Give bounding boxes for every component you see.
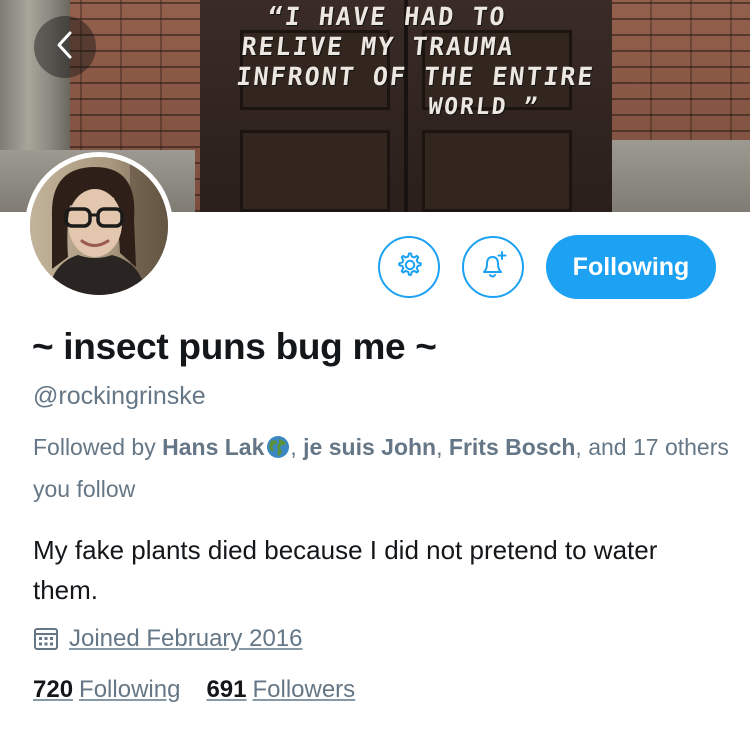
graffiti-line: INFRONT OF THE ENTIRE — [234, 62, 597, 91]
followed-by-prefix: Followed by — [33, 434, 163, 460]
followers-count-link[interactable]: 691 Followers — [206, 676, 355, 704]
follower-name-link[interactable]: Frits Bosch — [449, 434, 576, 460]
settings-button[interactable] — [378, 236, 440, 298]
notifications-button[interactable] — [462, 236, 524, 298]
door-panel — [240, 130, 390, 212]
graffiti-line: “I HAVE HAD TO — [266, 2, 509, 31]
followed-by-separator: , — [436, 434, 449, 460]
followed-by-line[interactable]: Followed by Hans Lak, je suis John, Frit… — [33, 428, 733, 508]
door-panel — [422, 130, 572, 212]
profile-bio: My fake plants died because I did not pr… — [33, 535, 658, 605]
profile-avatar[interactable] — [25, 152, 173, 300]
follower-name-link[interactable]: Hans Lak — [162, 434, 264, 460]
followers-count: 691 — [206, 676, 247, 703]
following-count: 720 — [33, 676, 74, 703]
user-handle: @rockingrinske — [33, 382, 206, 410]
globe-icon — [266, 432, 290, 470]
chevron-left-icon — [55, 30, 75, 65]
joined-date-text: Joined February 2016 — [69, 625, 303, 652]
banner-stone-base-right — [612, 140, 750, 212]
banner-graffiti-text: “I HAVE HAD TO RELIVE MY TRAUMA INFRONT … — [232, 2, 625, 122]
followed-by-separator: , — [290, 434, 304, 460]
graffiti-line: WORLD ” — [426, 94, 541, 120]
gear-icon — [394, 250, 424, 285]
bell-plus-icon — [477, 249, 509, 286]
following-button[interactable]: Following — [546, 235, 716, 299]
joined-date: Joined February 2016 — [33, 625, 302, 653]
profile-stats: 720 Following 691 Followers — [33, 676, 355, 704]
graffiti-line: RELIVE MY TRAUMA — [240, 32, 516, 61]
follower-name-link[interactable]: je suis John — [303, 434, 436, 460]
following-count-link[interactable]: 720 Following — [33, 676, 180, 704]
back-button[interactable] — [34, 16, 96, 78]
followers-label: Followers — [252, 676, 356, 703]
display-name: ~ insect puns bug me ~ — [32, 326, 437, 367]
calendar-icon — [33, 626, 59, 652]
following-label: Following — [79, 676, 181, 703]
